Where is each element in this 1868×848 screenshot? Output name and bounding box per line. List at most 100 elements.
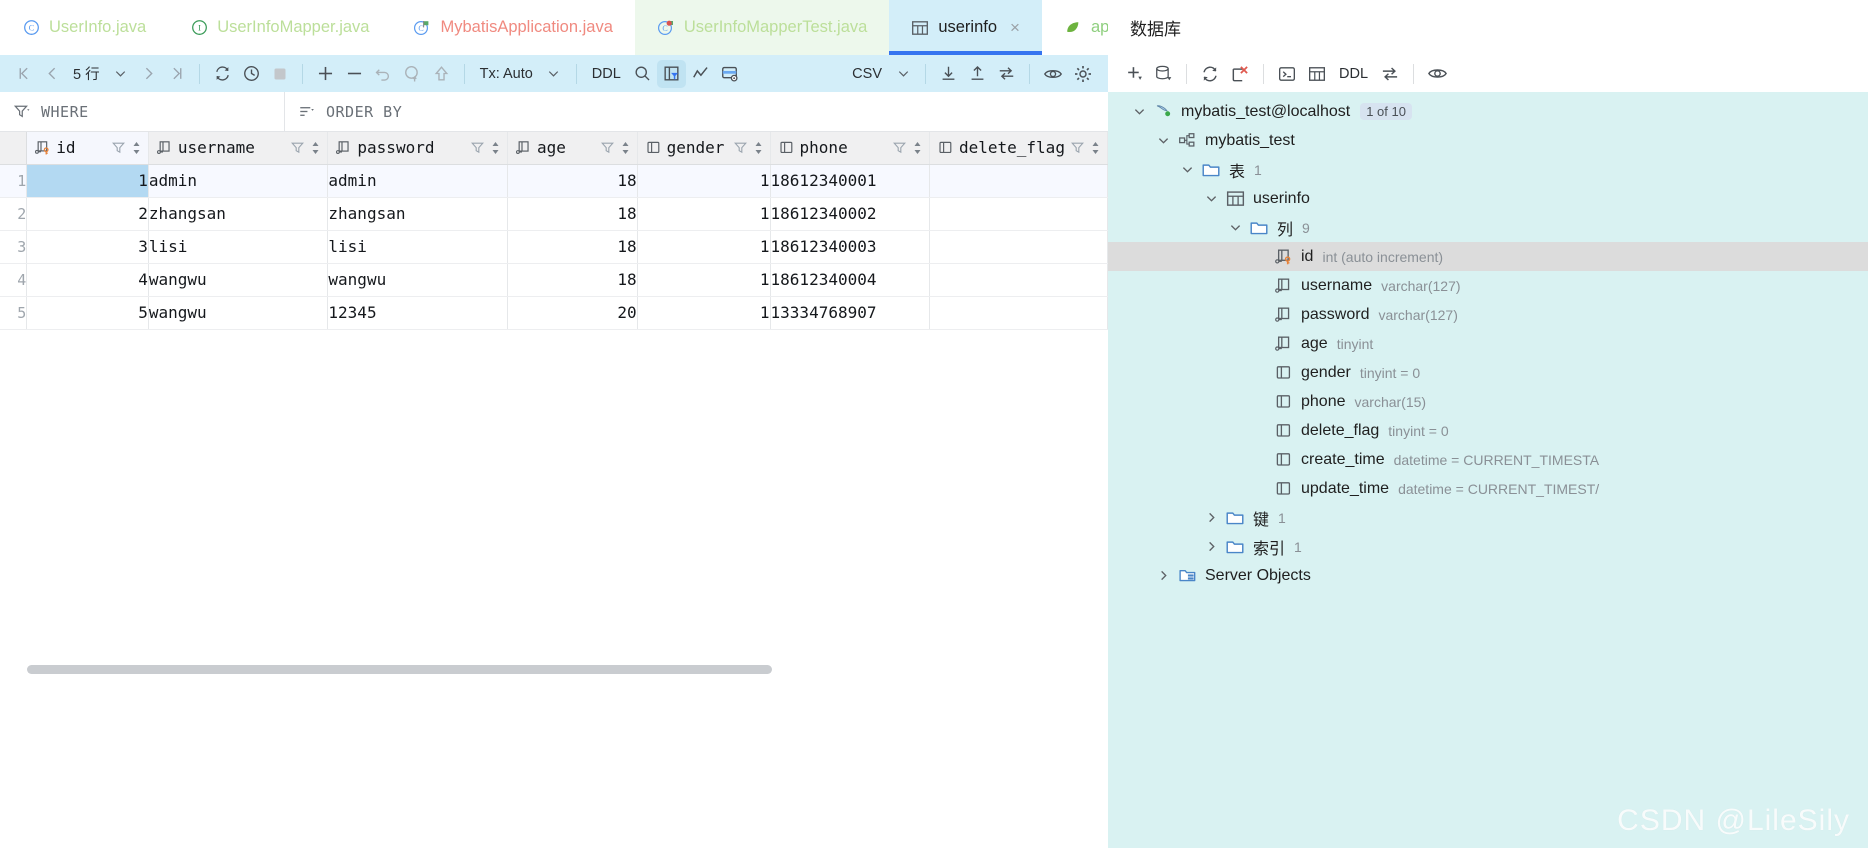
cell-phone[interactable]: 18612340003 — [770, 230, 930, 264]
tree-node-phone[interactable]: phone varchar(15) — [1108, 387, 1868, 416]
data-extractor-icon[interactable] — [715, 60, 744, 88]
cell-username[interactable]: admin — [148, 164, 329, 198]
column-header-id[interactable]: id — [26, 132, 149, 165]
chart-line-icon[interactable] — [686, 60, 715, 88]
tree-node-username[interactable]: username varchar(127) — [1108, 271, 1868, 300]
gear-icon[interactable] — [1068, 60, 1098, 88]
tree-node-create_time[interactable]: create_time datetime = CURRENT_TIMESTA — [1108, 445, 1868, 474]
tree-node--[interactable]: 键1 — [1108, 503, 1868, 532]
cell-phone[interactable]: 18612340002 — [770, 197, 930, 231]
column-filter-icon[interactable] — [600, 140, 615, 155]
cell-age[interactable]: 18 — [507, 263, 638, 297]
prev-page-button[interactable] — [38, 60, 66, 88]
column-header-age[interactable]: age — [507, 132, 638, 165]
row-count-dropdown-icon[interactable] — [107, 60, 135, 88]
stop-refresh-icon[interactable] — [1225, 60, 1255, 88]
tree-node-delete_flag[interactable]: delete_flag tinyint = 0 — [1108, 416, 1868, 445]
table-row[interactable]: 4 4 wangwu wangwu 18 1 18612340004 — [0, 263, 1108, 297]
tree-node-id[interactable]: id int (auto increment) — [1108, 242, 1868, 271]
cell-gender[interactable]: 1 — [637, 164, 771, 198]
cell-gender[interactable]: 1 — [637, 296, 771, 330]
tab-userinfomapper-java[interactable]: I UserInfoMapper.java — [168, 0, 391, 55]
new-datasource-icon[interactable] — [1149, 60, 1178, 88]
cell-age[interactable]: 18 — [507, 164, 638, 198]
transaction-mode-label[interactable]: Tx: Auto — [473, 60, 540, 88]
column-filter-icon[interactable] — [733, 140, 748, 155]
transaction-mode-dropdown-icon[interactable] — [540, 60, 568, 88]
cell-phone[interactable]: 18612340001 — [770, 164, 930, 198]
tab-userinfo-table[interactable]: userinfo × — [889, 0, 1042, 55]
filter-panel-icon[interactable] — [656, 59, 686, 88]
column-header-password[interactable]: password — [327, 132, 508, 165]
cell-username[interactable]: lisi — [148, 230, 329, 264]
chevron-down-icon[interactable] — [1174, 162, 1200, 177]
column-filter-icon[interactable] — [111, 140, 126, 155]
eye-icon[interactable] — [1038, 60, 1068, 88]
ddl-button[interactable]: DDL — [585, 60, 628, 88]
orderby-filter[interactable]: ORDER BY — [285, 92, 415, 131]
first-page-button[interactable] — [10, 60, 38, 88]
transfer-icon[interactable] — [992, 60, 1021, 88]
tab-userinfomappertest-java[interactable]: C UserInfoMapperTest.java — [634, 0, 890, 55]
table-editor-icon[interactable] — [1302, 60, 1332, 88]
table-row[interactable]: 5 5 wangwu 12345 20 1 13334768907 — [0, 296, 1108, 330]
column-filter-icon[interactable] — [470, 140, 485, 155]
export-format-label[interactable]: CSV — [845, 60, 889, 88]
tree-node-userinfo[interactable]: userinfo — [1108, 184, 1868, 213]
tree-node-gender[interactable]: gender tinyint = 0 — [1108, 358, 1868, 387]
column-header-gender[interactable]: gender — [637, 132, 771, 165]
chevron-down-icon[interactable] — [1198, 191, 1224, 206]
where-filter[interactable]: WHERE — [0, 92, 285, 131]
cell-delete_flag[interactable] — [929, 197, 1108, 231]
tree-node-mybatis_test[interactable]: mybatis_test — [1108, 126, 1868, 155]
column-filter-icon[interactable] — [1070, 140, 1085, 155]
cell-delete_flag[interactable] — [929, 296, 1108, 330]
cell-age[interactable]: 20 — [507, 296, 638, 330]
search-icon[interactable] — [628, 60, 657, 88]
last-page-button[interactable] — [163, 60, 191, 88]
download-icon[interactable] — [934, 60, 963, 88]
chevron-right-icon[interactable] — [1198, 539, 1224, 554]
cell-password[interactable]: zhangsan — [327, 197, 508, 231]
undo-icon[interactable] — [369, 60, 398, 88]
cell-password[interactable]: admin — [327, 164, 508, 198]
cell-phone[interactable]: 13334768907 — [770, 296, 930, 330]
cell-username[interactable]: wangwu — [148, 296, 329, 330]
chevron-right-icon[interactable] — [1150, 568, 1176, 583]
cell-delete_flag[interactable] — [929, 230, 1108, 264]
tree-node-update_time[interactable]: update_time datetime = CURRENT_TIMEST/ — [1108, 474, 1868, 503]
chevron-down-icon[interactable] — [1126, 104, 1152, 119]
cell-gender[interactable]: 1 — [637, 263, 771, 297]
tree-node-server-objects[interactable]: Server Objects — [1108, 561, 1868, 590]
cell-gender[interactable]: 1 — [637, 230, 771, 264]
chevron-down-icon[interactable] — [1150, 133, 1176, 148]
export-format-dropdown-icon[interactable] — [889, 60, 917, 88]
column-sort-icon[interactable] — [753, 140, 764, 156]
revert-selected-icon[interactable] — [398, 60, 427, 88]
cell-id[interactable]: 1 — [26, 164, 149, 198]
cell-id[interactable]: 2 — [26, 197, 149, 231]
tab-application-properties[interactable]: appl — [1042, 0, 1108, 55]
tree-node-mybatis_test-localhost[interactable]: mybatis_test@localhost 1 of 10 — [1108, 97, 1868, 126]
table-row[interactable]: 3 3 lisi lisi 18 1 18612340003 — [0, 230, 1108, 264]
delete-row-icon[interactable] — [340, 60, 369, 88]
eye-icon[interactable] — [1422, 60, 1453, 88]
jump-to-icon[interactable] — [1375, 60, 1405, 88]
ddl-button[interactable]: DDL — [1332, 60, 1375, 88]
refresh-icon[interactable] — [208, 60, 237, 88]
cell-username[interactable]: wangwu — [148, 263, 329, 297]
tree-node--[interactable]: 索引 1 — [1108, 532, 1868, 561]
tab-close-icon[interactable]: × — [1010, 18, 1020, 38]
cell-phone[interactable]: 18612340004 — [770, 263, 930, 297]
column-filter-icon[interactable] — [290, 140, 305, 155]
cell-password[interactable]: lisi — [327, 230, 508, 264]
cell-password[interactable]: 12345 — [327, 296, 508, 330]
column-sort-icon[interactable] — [912, 140, 923, 156]
tree-node--[interactable]: 列9 — [1108, 213, 1868, 242]
column-header-delete_flag[interactable]: delete_flag — [929, 132, 1108, 165]
tree-node-age[interactable]: age tinyint — [1108, 329, 1868, 358]
tab-mybatisapplication-java[interactable]: C MybatisApplication.java — [391, 0, 634, 55]
column-header-username[interactable]: username — [148, 132, 329, 165]
table-row[interactable]: 1 1 admin admin 18 1 18612340001 — [0, 164, 1108, 198]
column-sort-icon[interactable] — [131, 140, 142, 156]
